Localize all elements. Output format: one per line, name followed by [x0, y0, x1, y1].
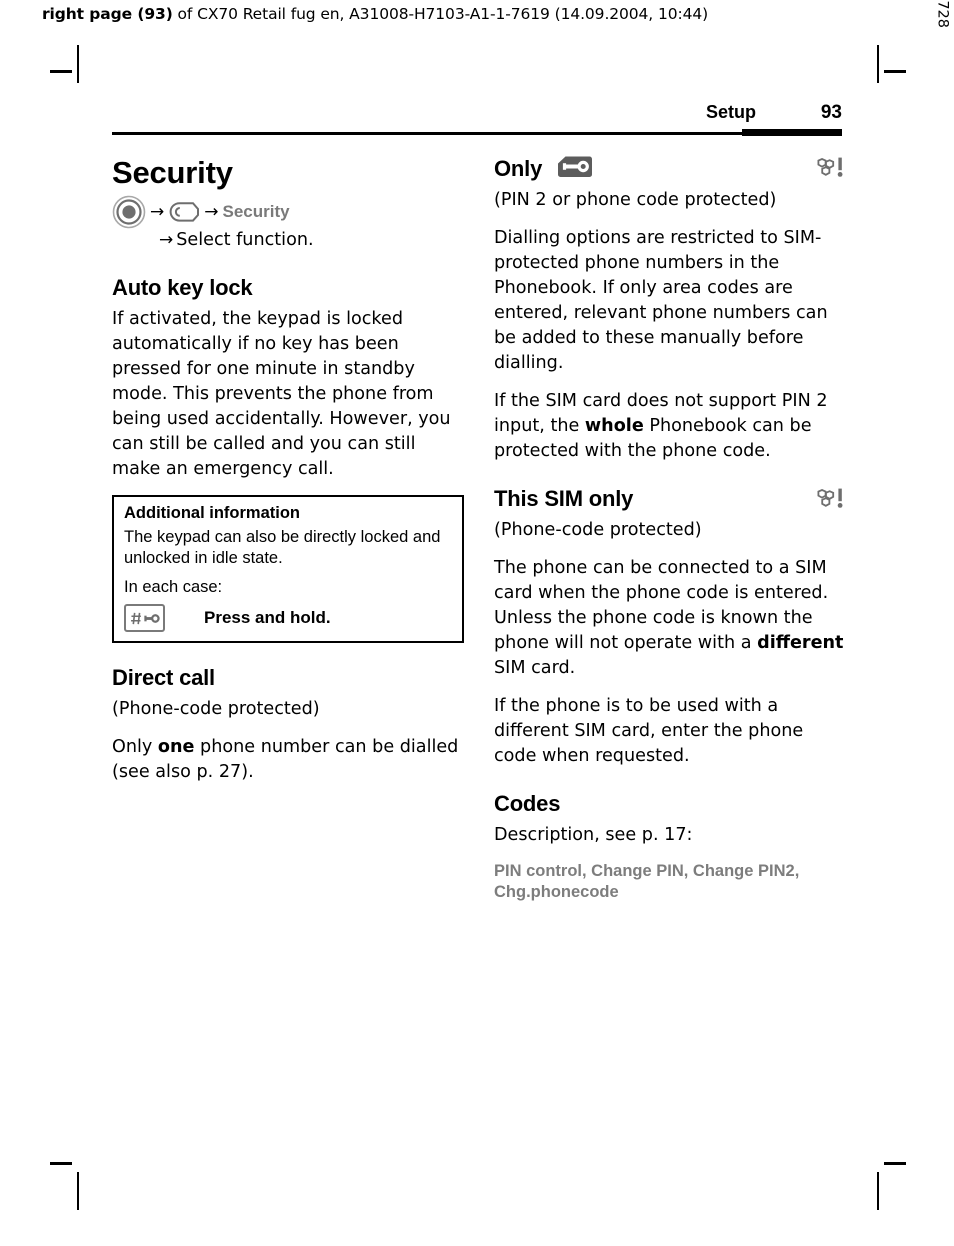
navigation-path-line-2: → Select function.: [158, 227, 464, 253]
nav-path-target: Security: [222, 202, 290, 221]
info-box-key-row: Press and hold.: [124, 604, 452, 632]
wrench-icon: [168, 200, 200, 224]
this-sim-only-paragraph-2: If the phone is to be used with a differ…: [494, 696, 804, 766]
nav-path-action: Select function.: [176, 230, 314, 250]
only-protection: (PIN 2 or phone code protected): [494, 190, 777, 210]
info-box-press-and-hold: Press and hold.: [204, 608, 331, 627]
key-badge-icon: [557, 155, 593, 179]
right-column: Only (PIN 2 or phone code protected) Dia: [494, 155, 846, 903]
hash-key-icon: [124, 604, 165, 632]
left-column: Security → → Security → Select function.…: [112, 155, 464, 798]
crop-mark-top-right-vertical: [877, 45, 879, 83]
running-head: Setup 93: [112, 102, 842, 136]
chapter-title: Security: [112, 155, 233, 190]
only-paragraph-2: If the SIM card does not support PIN 2 i…: [494, 389, 846, 464]
crop-mark-bottom-right-vertical: [877, 1172, 879, 1210]
info-box-text: The keypad can also be directly locked a…: [124, 528, 441, 567]
trefoil-warning-icon: [810, 486, 846, 512]
running-head-title: Setup: [705, 102, 756, 122]
print-header: right page (93) of CX70 Retail fug en, A…: [42, 5, 708, 23]
crop-mark-top-left-horizontal: [50, 70, 72, 73]
page-number: 93: [820, 102, 842, 123]
this-sim-p1-bold: different: [757, 633, 844, 653]
header-rule-thin: [112, 132, 842, 135]
navigation-path-line-1: → → Security: [112, 195, 464, 229]
only-p2-bold: whole: [584, 416, 644, 436]
direct-call-protection: (Phone-code protected): [112, 699, 320, 719]
only-paragraph-1: Dialling options are restricted to SIM-p…: [494, 228, 828, 373]
this-sim-only-heading-text: This SIM only: [494, 486, 634, 511]
this-sim-p1-post: SIM card.: [494, 658, 576, 678]
print-header-rest: of CX70 Retail fug en, A31008-H7103-A1-1…: [172, 5, 709, 23]
crop-mark-top-right-horizontal: [884, 70, 906, 73]
auto-key-lock-paragraph: If activated, the keypad is locked autom…: [112, 309, 451, 479]
navigation-path: → → Security → Select function.: [112, 195, 464, 253]
this-sim-only-protection: (Phone-code protected): [494, 520, 702, 540]
crop-mark-top-left-vertical: [77, 45, 79, 83]
section-heading-only: Only: [494, 155, 846, 182]
print-header-bold: right page (93): [42, 5, 173, 23]
nav-arrow-1: →: [150, 201, 165, 222]
section-heading-direct-call: Direct call: [112, 665, 215, 690]
trefoil-warning-icon: [810, 155, 846, 181]
section-heading-auto-key-lock: Auto key lock: [112, 275, 253, 300]
nav-arrow-3: →: [159, 229, 174, 250]
this-sim-only-paragraph-1: The phone can be connected to a SIM card…: [494, 556, 846, 681]
additional-information-box: Additional information The keypad can al…: [112, 495, 464, 643]
right-margin-var-note: VAR Language: en; VAR issue date: 040728: [934, 0, 950, 28]
header-rule-thick: [742, 129, 842, 136]
info-box-in-each-case: In each case:: [124, 578, 223, 596]
section-heading-codes: Codes: [494, 791, 561, 816]
nav-arrow-2: →: [204, 201, 219, 222]
crop-mark-bottom-left-horizontal: [50, 1162, 72, 1165]
crop-mark-bottom-right-horizontal: [884, 1162, 906, 1165]
nav-button-icon: [112, 195, 146, 229]
codes-items: PIN control, Change PIN, Change PIN2, Ch…: [494, 862, 800, 901]
codes-description: Description, see p. 17:: [494, 825, 693, 845]
section-heading-this-sim-only: This SIM only: [494, 486, 846, 512]
direct-call-paragraph: Only one phone number can be dialled (se…: [112, 735, 464, 785]
only-heading-text: Only: [494, 156, 543, 181]
direct-call-text-pre: Only: [112, 737, 158, 757]
crop-mark-bottom-left-vertical: [77, 1172, 79, 1210]
direct-call-text-bold: one: [157, 737, 195, 757]
info-box-title: Additional information: [124, 504, 300, 522]
